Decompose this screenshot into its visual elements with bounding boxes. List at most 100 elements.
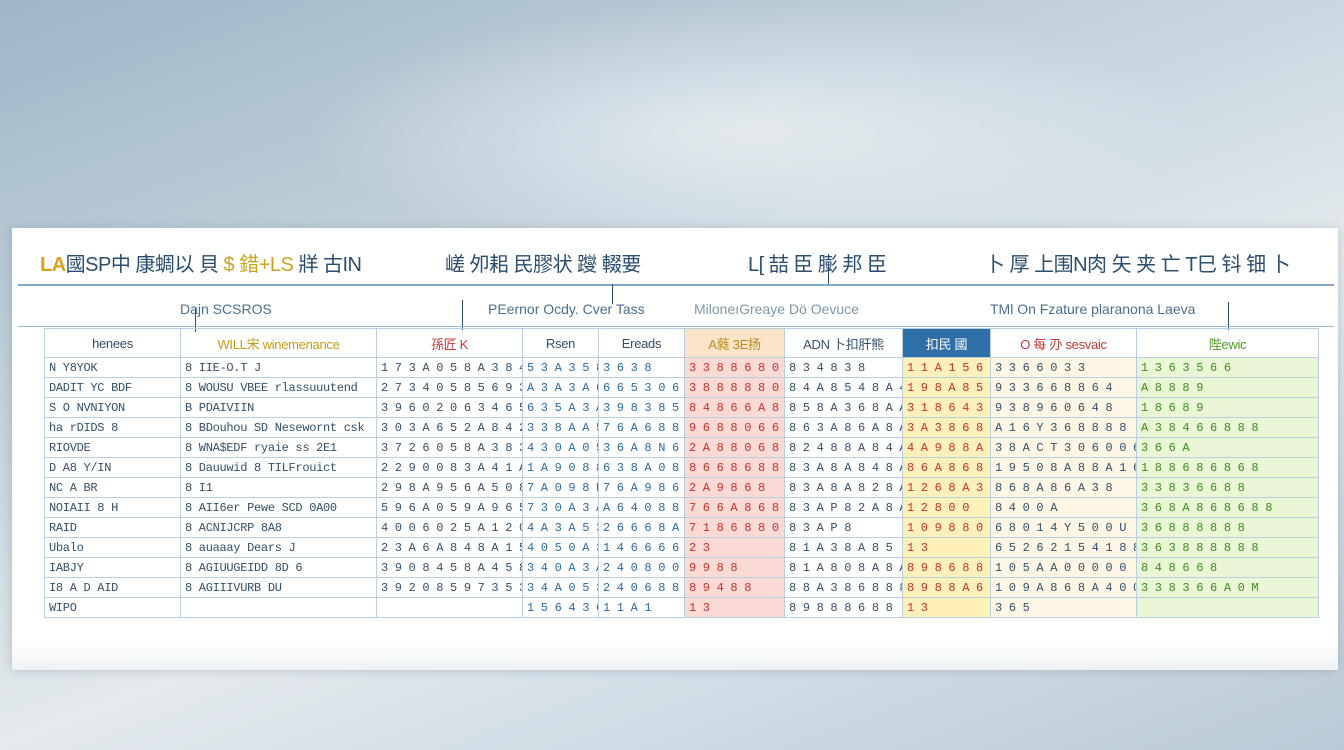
table-cell: A 3 8 4 6 6 8 8 8: [1136, 417, 1319, 438]
title-segment-2: 嵯 夘耜 民膠状 躞 輟要: [445, 254, 641, 276]
title-segment-4: 卜 厚 上围N肉 矢 夹 亡 T巳 钭 钿 卜: [985, 254, 1291, 276]
table-cell: 1 8 6 8 9: [1136, 397, 1319, 418]
column-header: A蕤 3E扬: [684, 328, 785, 358]
table-cell: 8 I1: [180, 477, 377, 498]
table-cell: 2 3: [684, 537, 785, 558]
table-row: I8 A D AID 8 AGIIIVURB DU 3 9 2 0 8 5 9 7 …: [44, 577, 1319, 598]
sheet-fade: [12, 640, 1338, 670]
table-cell: 3 9 6 0 2 0 6 3 4 6 5 6 0: [376, 397, 523, 418]
column-group-row: Dajn SCSROS PEernor Ocdy. Cver Tass Milo…: [0, 301, 1344, 321]
table-cell: 8 4 8 6 6 A 8: [684, 397, 785, 418]
table-cell: 8 AGIIIVURB DU: [180, 577, 377, 598]
column-header: 陛ewic: [1136, 328, 1319, 358]
table-cell: 2 7 3 4 0 5 8 5 6 9 3 2 0 0: [376, 377, 523, 398]
table-cell: 8 5 8 A 3 6 8 A A: [784, 397, 903, 418]
table-cell: 2 6 6 6 8 A: [598, 517, 685, 538]
table-cell: 8 BDouhou SD Nesewornt csk: [180, 417, 377, 438]
table-cell: 3 6 8 A 8 6 8 6 8 8: [1136, 497, 1319, 518]
table-cell: 8 IIE-O.T J: [180, 357, 377, 378]
table-cell: 1 0 9 8 8 0 0 0: [902, 517, 991, 538]
table-cell: D A8 Y/IN: [44, 457, 181, 478]
table-cell: 3 9 2 0 8 5 9 7 3 5 3 5 7: [376, 577, 523, 598]
table-cell: 3 0 3 A 6 5 2 A 8 4 2 5 0 0: [376, 417, 523, 438]
table-row: N Y8YOK8 IIE-O.T J1 7 3 A 0 5 8 A 3 8 4 …: [44, 357, 1319, 378]
table-cell: 3 6 3 8: [598, 357, 685, 378]
table-row: NOIAII 8 H8 AII6er Pewe SCD 0A00 5 9 6 A …: [44, 497, 1319, 518]
table-cell: I8 A D AID: [44, 577, 181, 598]
table-cell: 6 3 8 A 0 8 8 8 A 6: [598, 457, 685, 478]
group-pointer-3: [612, 284, 613, 304]
table-cell: RIOVDE: [44, 437, 181, 458]
table-cell: 9 3 3 6 6 8 8 6 4: [990, 377, 1137, 398]
table-cell: 1 3: [902, 597, 991, 618]
table-cell: IABJY: [44, 557, 181, 578]
table-row: DADIT YC BDF 8 WOUSU VBEE rlassuuutend 2 7…: [44, 377, 1319, 398]
table-cell: 8 3 A 8 A 8 4 8 A: [784, 457, 903, 478]
table-cell: 1 8 8 6 8 6 8 6 8: [1136, 457, 1319, 478]
table-cell: N Y8YOK: [44, 357, 181, 378]
table-cell: 8 Dauuwid 8 TILFrouict: [180, 457, 377, 478]
table-cell: [1136, 597, 1319, 618]
table-cell: B PDAIVIIN: [180, 397, 377, 418]
table-cell: 3 8 8 8 8 8 0: [684, 377, 785, 398]
table-cell: 6 5 2 6 2 1 5 4 1 8 8 8: [990, 537, 1137, 558]
data-table: henees WILL宋 winemenance 孫匠 K Rsen Eread…: [44, 328, 1319, 618]
table-cell: 3 7 2 6 0 5 8 A 3 8 3 6 0 0: [376, 437, 523, 458]
table-row: ha rDIDS 88 BDouhou SD Nesewornt csk 3 0 …: [44, 417, 1319, 438]
table-row: RIOVDE 8 WNA$EDF ryaie ss 2E1 3 7 2 6 0 5 …: [44, 437, 1319, 458]
table-cell: 2 3 A 6 A 8 4 8 A 1 5 8 0: [376, 537, 523, 558]
group-label-2: PEernor Ocdy. Cver Tass: [488, 301, 645, 317]
table-body: N Y8YOK8 IIE-O.T J1 7 3 A 0 5 8 A 3 8 4 …: [44, 357, 1319, 618]
table-cell: 3 6 5: [990, 597, 1137, 618]
table-row: S O NVNIYON B PDAIVIIN 3 9 6 0 2 0 6 3 4 6…: [44, 397, 1319, 418]
table-cell: A 1 6 Y 3 6 8 8 8 8: [990, 417, 1137, 438]
table-cell: 8 8 A 3 8 6 8 8 8: [784, 577, 903, 598]
table-cell: 3 3 6 6 0 3 3: [990, 357, 1137, 378]
group-label-1: Dajn SCSROS: [180, 301, 272, 317]
table-cell: 7 A 0 9 8 B: [522, 477, 599, 498]
table-cell: 3 6 6 A: [1136, 437, 1319, 458]
column-header: 扣民 國: [902, 328, 991, 358]
table-cell: 3 6 8 8 8 8 8 8: [1136, 517, 1319, 538]
table-row: RAID8 ACNIJCRP 8A84 0 0 6 0 2 5 A 1 2 0 …: [44, 517, 1319, 538]
table-cell: 8 6 8 A 8 6 A 3 8: [990, 477, 1137, 498]
table-cell: 4 0 0 6 0 2 5 A 1 2 0 0: [376, 517, 523, 538]
table-cell: 8 AII6er Pewe SCD 0A00: [180, 497, 377, 518]
title-lead: LA: [40, 254, 66, 276]
group-label-3: MiloneıGreaye Dö Oevuce: [694, 301, 859, 317]
table-cell: 3 3 8 8 6 8 0: [684, 357, 785, 378]
table-cell: Ubalo: [44, 537, 181, 558]
table-cell: 2 A 9 8 6 8: [684, 477, 785, 498]
title-seg1-mid: $ 錯+LS: [223, 254, 299, 276]
table-cell: 8 4 0 0 A: [990, 497, 1137, 518]
table-cell: 1 3: [902, 537, 991, 558]
table-cell: 3 4 0 A 3 A 5: [522, 557, 599, 578]
table-cell: 1 1 A 1: [598, 597, 685, 618]
table-cell: 2 4 0 6 8 8 8 8: [598, 577, 685, 598]
table-cell: 1 0 5 A A 0 0 0 0 0: [990, 557, 1137, 578]
table-row: Ubalo 8 auaaay Dears J2 3 A 6 A 8 4 8 A 1…: [44, 537, 1319, 558]
table-row: D A8 Y/IN 8 Dauuwid 8 TILFrouict 2 2 9 0 0…: [44, 457, 1319, 478]
table-cell: 2 9 8 A 9 5 6 A 5 0 8 0: [376, 477, 523, 498]
table-cell: 3 3 8 A A 5 0: [522, 417, 599, 438]
title-segment-1: LA國SP中 康蜩以 貝 $ 錯+LS 牂 古IN: [40, 248, 362, 277]
table-cell: 6 8 0 1 4 Y 5 0 0 U: [990, 517, 1137, 538]
table-cell: 9 9 8 8: [684, 557, 785, 578]
table-cell: 3 A 3 8 6 8 6 8 0: [902, 417, 991, 438]
group-label-4: TMl On Fzature plaranona Laeva: [990, 301, 1196, 317]
table-cell: 8 9 8 6 8 8 0: [902, 557, 991, 578]
table-cell: 1 9 5 0 8 A 8 8 A 1 6: [990, 457, 1137, 478]
table-cell: 3 1 8 6 4 3 5 8: [902, 397, 991, 418]
table-cell: S O NVNIYON: [44, 397, 181, 418]
table-cell: 7 6 A 9 8 6 9 8 8: [598, 477, 685, 498]
title-seg1-rest: 國SP中 康蜩以 貝: [65, 254, 224, 276]
table-cell: RAID: [44, 517, 181, 538]
table-cell: 9 3 8 9 6 0 6 4 8: [990, 397, 1137, 418]
table-cell: 8 1 A 3 8 A 8 5: [784, 537, 903, 558]
table-cell: 1 A 9 0 8 8 8: [522, 457, 599, 478]
table-cell: 8 1 A 8 0 8 A 8 A: [784, 557, 903, 578]
table-cell: 8 3 A P 8: [784, 517, 903, 538]
table-cell: 8 WNA$EDF ryaie ss 2E1: [180, 437, 377, 458]
table-cell: 8 4 8 6 6 8: [1136, 557, 1319, 578]
table-cell: 4 0 5 0 A 3 5: [522, 537, 599, 558]
